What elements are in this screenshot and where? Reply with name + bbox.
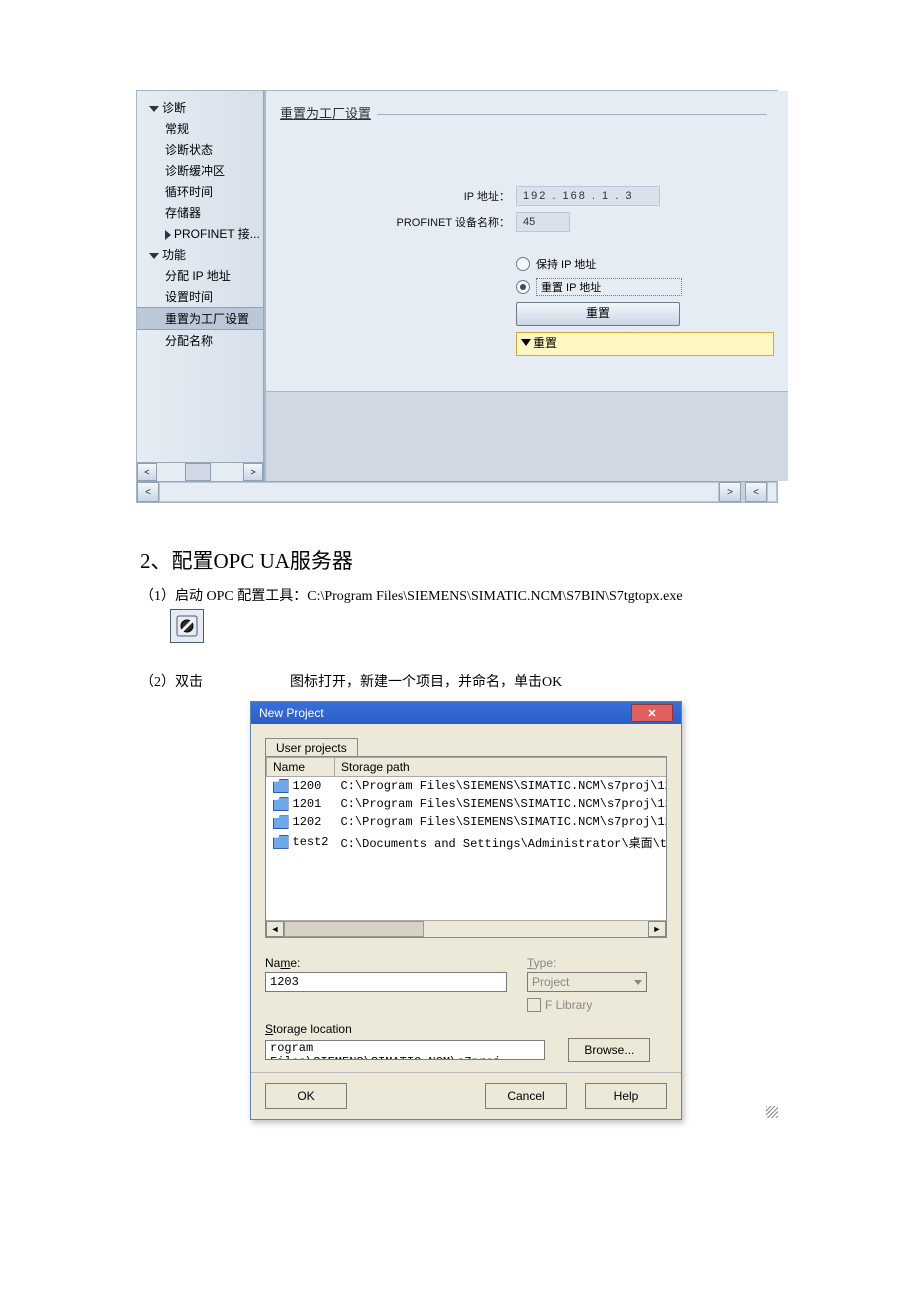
p2-suffix: 图标打开，新建一个项目，并命名，单击OK [290,675,562,690]
browse-button[interactable]: Browse... [568,1038,650,1062]
scroll-thumb[interactable] [284,921,424,937]
tree-cycle-time[interactable]: 循环时间 [137,181,263,202]
chevron-down-icon [149,106,159,112]
radio-icon [516,257,530,271]
storage-label: Storage location [265,1022,667,1036]
type-label: Type: [527,956,667,970]
flibrary-checkbox[interactable]: F Library [527,998,667,1012]
chevron-down-icon [634,980,642,985]
tree-general[interactable]: 常规 [137,118,263,139]
scroll-left-icon[interactable]: < [137,463,157,481]
radio-reset-ip[interactable]: 重置 IP 地址 [516,278,774,296]
tree-assign-ip[interactable]: 分配 IP 地址 [137,265,263,286]
cell-name: 1202 [267,813,335,831]
tab-user-projects[interactable]: User projects [265,738,358,757]
scroll-thumb[interactable] [185,463,211,481]
project-list[interactable]: Name Storage path 1200C:\Program Files\S… [265,756,667,938]
reset-button[interactable]: 重置 [516,302,680,326]
tree-diag-status[interactable]: 诊断状态 [137,139,263,160]
chevron-down-icon [521,339,531,346]
paragraph-2: （2）双击 图标打开，新建一个项目，并命名，单击OK [140,671,780,691]
p1-prefix: （1）启动 OPC 配置工具： [140,589,307,604]
opc-tool-icon [170,609,204,643]
panel-title: 重置为工厂设置 [280,103,774,122]
scroll-right-icon[interactable]: > [243,463,263,481]
scroll-track[interactable] [767,482,777,502]
name-label: Name: [265,956,507,970]
paragraph-1: （1）启动 OPC 配置工具：C:\Program Files\SIEMENS\… [140,585,780,605]
tree-scrollbar[interactable]: < > [137,462,263,481]
storage-path-field[interactable]: rogram Files\SIEMENS\SIMATIC.NCM\s7proj [265,1040,545,1060]
scroll-track[interactable] [157,463,243,481]
new-project-dialog: New Project ✕ User projects Name Storage… [250,701,682,1120]
scroll-left-icon[interactable]: ◄ [266,921,284,937]
scroll-right-icon[interactable]: ► [648,921,666,937]
cancel-button[interactable]: Cancel [485,1083,567,1109]
ip-value: 192 . 168 . 1 . 3 [516,186,660,206]
tree-profinet[interactable]: PROFINET 接... [137,223,263,244]
chevron-down-icon [149,253,159,259]
cell-name: test2 [267,832,335,853]
ip-label: IP 地址： [280,188,516,204]
cell-path: C:\Documents and Settings\Administrator\… [335,832,667,853]
tree-functions[interactable]: 功能 [137,244,263,265]
p1-path: C:\Program Files\SIEMENS\SIMATIC.NCM\S7B… [307,589,682,604]
scroll-right-icon[interactable]: > [719,482,741,502]
tree-set-time[interactable]: 设置时间 [137,286,263,307]
device-name-value: 45 [516,212,570,232]
col-path[interactable]: Storage path [335,758,667,777]
tree-memory[interactable]: 存储器 [137,202,263,223]
help-button[interactable]: Help [585,1083,667,1109]
cell-name: 1201 [267,795,335,813]
list-item[interactable]: 1200C:\Program Files\SIEMENS\SIMATIC.NCM… [267,777,668,796]
scroll-left-icon[interactable]: < [745,482,767,502]
tree-diagnosis[interactable]: 诊断 [137,97,263,118]
resize-grip-icon[interactable] [766,1106,778,1118]
col-name[interactable]: Name [267,758,335,777]
radio-keep-ip[interactable]: 保持 IP 地址 [516,256,774,272]
close-icon[interactable]: ✕ [631,704,673,722]
tree-assign-name[interactable]: 分配名称 [137,330,263,351]
cell-path: C:\Program Files\SIEMENS\SIMATIC.NCM\s7p… [335,813,667,831]
ok-button[interactable]: OK [265,1083,347,1109]
reset-dropdown[interactable]: 重置 [516,332,774,356]
p2-prefix: （2）双击 [140,675,203,690]
dialog-title: New Project [259,706,324,720]
list-item[interactable]: 1202C:\Program Files\SIEMENS\SIMATIC.NCM… [267,813,668,831]
scroll-track[interactable] [159,482,719,502]
list-scrollbar[interactable]: ◄ ► [266,920,666,937]
bottom-area [266,391,788,481]
checkbox-icon [527,998,541,1012]
dialog-title-bar[interactable]: New Project ✕ [251,702,681,724]
chevron-right-icon [165,230,171,240]
factory-reset-panel: 诊断 常规 诊断状态 诊断缓冲区 循环时间 存储器 PROFINET 接... … [136,90,778,503]
tree-factory-reset[interactable]: 重置为工厂设置 [137,307,263,330]
radio-checked-icon [516,280,530,294]
cell-name: 1200 [267,777,335,796]
device-name-label: PROFINET 设备名称： [280,214,516,230]
cell-path: C:\Program Files\SIEMENS\SIMATIC.NCM\s7p… [335,777,667,796]
tree-diag-buffer[interactable]: 诊断缓冲区 [137,160,263,181]
cell-path: C:\Program Files\SIEMENS\SIMATIC.NCM\s7p… [335,795,667,813]
name-field[interactable] [265,972,507,992]
left-tree: 诊断 常规 诊断状态 诊断缓冲区 循环时间 存储器 PROFINET 接... … [137,91,264,481]
list-item[interactable]: test2C:\Documents and Settings\Administr… [267,832,668,853]
list-item[interactable]: 1201C:\Program Files\SIEMENS\SIMATIC.NCM… [267,795,668,813]
section-heading: 2、配置OPC UA服务器 [140,545,780,575]
scroll-left-icon[interactable]: < [137,482,159,502]
type-select[interactable]: Project [527,972,647,992]
bottom-scrollbar[interactable]: < > < [137,481,777,502]
